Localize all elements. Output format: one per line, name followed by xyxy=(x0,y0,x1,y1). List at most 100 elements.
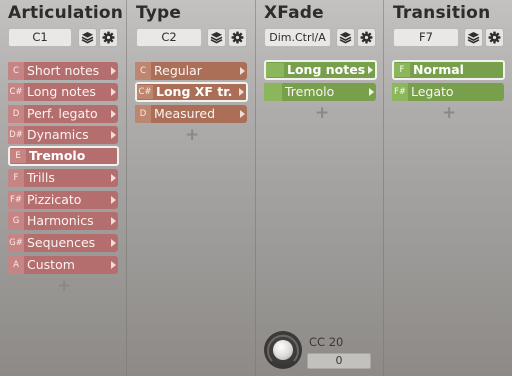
articulation-item-dynamics[interactable]: D# Dynamics xyxy=(8,126,118,144)
key-tag: C# xyxy=(8,83,24,101)
articulation-item-short-notes[interactable]: C Short notes xyxy=(8,62,118,80)
key-tag: D# xyxy=(8,126,24,144)
articulation-item-pizzicato[interactable]: F# Pizzicato xyxy=(8,191,118,209)
transition-layers-button[interactable] xyxy=(464,28,483,47)
articulation-item-sequences[interactable]: G# Sequences xyxy=(8,234,118,252)
key-tag: C xyxy=(135,62,151,80)
transition-settings-button[interactable] xyxy=(485,28,504,47)
add-xfade-button[interactable]: + xyxy=(315,105,329,122)
transition-key-field[interactable]: F7 xyxy=(393,28,459,47)
item-label: Tremolo xyxy=(285,84,335,99)
key-tag: G# xyxy=(8,234,24,252)
item-label: Measured xyxy=(154,106,216,121)
key-tag: F xyxy=(394,63,410,77)
articulation-item-tremolo[interactable]: E Tremolo xyxy=(8,146,119,166)
type-settings-button[interactable] xyxy=(228,28,247,47)
item-label: Tremolo xyxy=(29,148,86,163)
chevron-right-icon xyxy=(108,196,118,204)
chevron-right-icon xyxy=(108,131,118,139)
articulation-item-trills[interactable]: F Trills xyxy=(8,169,118,187)
column-title-transition: Transition xyxy=(393,3,491,23)
item-label: Sequences xyxy=(27,235,96,250)
type-layers-button[interactable] xyxy=(207,28,226,47)
add-type-button[interactable]: + xyxy=(185,127,199,144)
add-articulation-button[interactable]: + xyxy=(57,278,71,295)
articulation-item-harmonics[interactable]: G Harmonics xyxy=(8,212,118,230)
item-label: Dynamics xyxy=(27,127,89,142)
articulation-layers-button[interactable] xyxy=(78,28,97,47)
item-label: Perf. legato xyxy=(27,106,98,121)
key-tag: C xyxy=(8,62,24,80)
gear-icon xyxy=(488,31,501,44)
xfade-item-long-notes[interactable]: Long notes xyxy=(264,60,377,80)
key-tag: F xyxy=(8,169,24,187)
transition-column: Transition F7 F Normal F# Legato + xyxy=(383,0,512,376)
chevron-right-icon xyxy=(108,261,118,269)
chevron-right-icon xyxy=(108,67,118,75)
item-label: Short notes xyxy=(27,63,100,78)
key-tag: C# xyxy=(137,85,153,99)
type-column: Type C2 C Regular C# Long XF tr. D Measu… xyxy=(126,0,254,376)
articulation-item-perf-legato[interactable]: D Perf. legato xyxy=(8,105,118,123)
key-tag: F# xyxy=(8,191,24,209)
articulation-settings-button[interactable] xyxy=(99,28,118,47)
type-selector: C2 xyxy=(136,28,248,47)
key-tag: D xyxy=(135,105,151,123)
xfade-settings-button[interactable] xyxy=(357,28,376,47)
type-item-regular[interactable]: C Regular xyxy=(135,62,247,80)
articulation-item-long-notes[interactable]: C# Long notes xyxy=(8,83,118,101)
item-label: Trills xyxy=(27,170,55,185)
xfade-selector: Dim.Ctrl/A xyxy=(264,28,377,47)
item-label: Custom xyxy=(27,257,75,272)
layers-icon xyxy=(339,32,352,44)
key-tag xyxy=(266,63,284,77)
transition-selector: F7 xyxy=(393,28,505,47)
add-transition-button[interactable]: + xyxy=(442,105,456,122)
item-label: Normal xyxy=(413,62,464,77)
item-label: Long notes xyxy=(287,62,366,77)
transition-item-normal[interactable]: F Normal xyxy=(392,60,505,80)
key-tag: F# xyxy=(392,83,408,101)
gear-icon xyxy=(102,31,115,44)
xfade-column: XFade Dim.Ctrl/A Long notes Tremolo + xyxy=(255,0,382,376)
xfade-controller-field[interactable]: Dim.Ctrl/A xyxy=(264,28,331,47)
key-tag: A xyxy=(8,256,24,274)
chevron-right-icon xyxy=(366,88,376,96)
key-tag: G xyxy=(8,212,24,230)
chevron-right-icon xyxy=(108,217,118,225)
column-title-xfade: XFade xyxy=(264,3,324,23)
xfade-item-tremolo[interactable]: Tremolo xyxy=(264,83,376,101)
chevron-right-icon xyxy=(108,88,118,96)
articulation-item-custom[interactable]: A Custom xyxy=(8,256,118,274)
item-label: Regular xyxy=(154,63,202,78)
knob-cap xyxy=(273,340,293,360)
key-tag: D xyxy=(8,105,24,123)
layers-icon xyxy=(467,32,480,44)
articulation-column: Articulation C1 C Short notes C# Long no… xyxy=(0,0,125,376)
column-title-type: Type xyxy=(136,3,182,23)
cc-value-field[interactable]: 0 xyxy=(307,353,371,369)
item-label: Legato xyxy=(411,84,454,99)
chevron-right-icon xyxy=(108,239,118,247)
type-item-measured[interactable]: D Measured xyxy=(135,105,247,123)
articulation-key-field[interactable]: C1 xyxy=(8,28,72,47)
item-label: Pizzicato xyxy=(27,192,82,207)
articulation-selector: C1 xyxy=(8,28,118,47)
gear-icon xyxy=(231,31,244,44)
item-label: Harmonics xyxy=(27,213,94,228)
chevron-right-icon xyxy=(365,66,375,74)
item-label: Long XF tr. xyxy=(156,84,233,99)
type-key-field[interactable]: C2 xyxy=(136,28,202,47)
cc-label: CC 20 xyxy=(309,335,344,349)
transition-item-legato[interactable]: F# Legato xyxy=(392,83,504,101)
chevron-right-icon xyxy=(237,110,247,118)
chevron-right-icon xyxy=(108,110,118,118)
gear-icon xyxy=(360,31,373,44)
layers-icon xyxy=(81,32,94,44)
item-label: Long notes xyxy=(27,84,96,99)
chevron-right-icon xyxy=(237,67,247,75)
column-title-articulation: Articulation xyxy=(8,3,124,23)
key-tag: E xyxy=(10,149,26,163)
xfade-layers-button[interactable] xyxy=(336,28,355,47)
type-item-long-xf-tr[interactable]: C# Long XF tr. xyxy=(135,82,248,102)
